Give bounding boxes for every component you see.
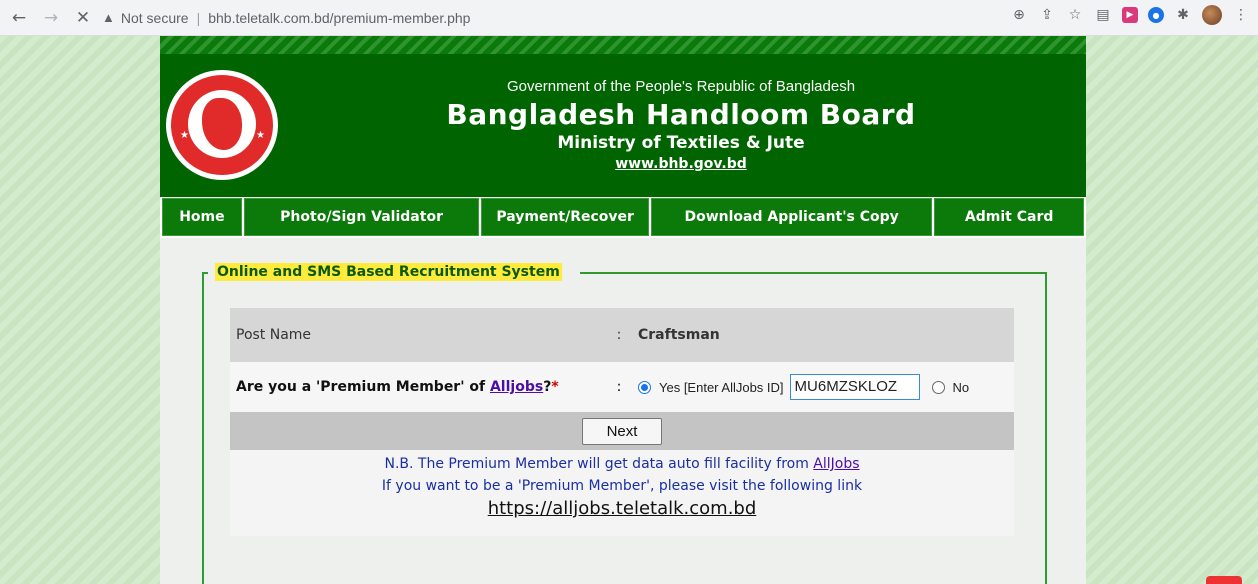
premium-question-text: Are you a 'Premium Member' of	[236, 379, 490, 395]
header-stripe	[160, 36, 1086, 54]
alljobs-site-link[interactable]: https://alljobs.teletalk.com.bd	[230, 498, 1014, 519]
fieldset-legend: Online and SMS Based Recruitment System	[215, 263, 562, 281]
address-bar[interactable]: ▲ Not secure | bhb.teletalk.com.bd/premi…	[102, 4, 470, 32]
board-title: Bangladesh Handloom Board	[446, 98, 916, 131]
premium-no-option[interactable]: No	[931, 379, 970, 395]
url-text: bhb.teletalk.com.bd/premium-member.php	[208, 9, 471, 26]
zoom-icon[interactable]: ⊕	[1010, 6, 1028, 24]
extension-red-icon[interactable]: ▶	[1122, 7, 1138, 23]
website-link[interactable]: www.bhb.gov.bd	[160, 156, 1086, 172]
extensions-puzzle-icon[interactable]: ✱	[1174, 6, 1192, 24]
government-title: Government of the People's Republic of B…	[506, 78, 856, 95]
warning-icon: ▲	[102, 10, 115, 25]
yes-radio[interactable]	[638, 380, 651, 394]
next-row: Next	[230, 412, 1014, 450]
colon: :	[616, 379, 622, 395]
stop-loading-icon[interactable]: ✕	[70, 5, 96, 31]
note-line-1: N.B. The Premium Member will get data au…	[230, 456, 1014, 472]
back-icon[interactable]: ←	[6, 5, 32, 31]
browser-menu-icon[interactable]: ⋮	[1232, 6, 1250, 24]
reading-list-icon[interactable]: ▤	[1094, 6, 1112, 24]
menu-photo-sign-validator[interactable]: Photo/Sign Validator	[243, 198, 480, 236]
site-header: ★ ★ Government of the People's Republic …	[160, 36, 1086, 197]
note-line-2: If you want to be a 'Premium Member', pl…	[381, 478, 863, 494]
page-background: ★ ★ Government of the People's Republic …	[0, 36, 1258, 584]
no-radio[interactable]	[931, 380, 945, 394]
browser-toolbar: ← → ✕ ▲ Not secure | bhb.teletalk.com.bd…	[0, 0, 1258, 36]
premium-note: N.B. The Premium Member will get data au…	[230, 450, 1014, 536]
menu-home[interactable]: Home	[162, 198, 242, 236]
forward-icon[interactable]: →	[38, 5, 64, 31]
note-line-1-text: N.B. The Premium Member will get data au…	[384, 456, 814, 472]
menu-admit-card[interactable]: Admit Card	[934, 198, 1084, 236]
profile-avatar[interactable]	[1202, 5, 1222, 25]
extension-blue-icon[interactable]: ●	[1148, 7, 1164, 23]
security-label: Not secure	[120, 9, 189, 26]
video-overlay-icon	[1206, 576, 1242, 584]
premium-question: Are you a 'Premium Member' of Alljobs?*	[230, 379, 600, 395]
yes-label: Yes [Enter AllJobs ID]	[659, 379, 784, 395]
post-name-value: Craftsman	[638, 327, 720, 343]
post-name-row: Post Name : Craftsman	[230, 308, 1014, 362]
share-icon[interactable]: ⇪	[1038, 6, 1056, 24]
page-container: ★ ★ Government of the People's Republic …	[160, 36, 1086, 584]
next-button[interactable]: Next	[582, 417, 662, 445]
ministry-title: Ministry of Textiles & Jute	[557, 133, 805, 153]
bookmark-star-icon[interactable]: ☆	[1066, 6, 1084, 24]
required-mark: *	[551, 379, 559, 395]
post-name-label: Post Name	[236, 327, 312, 343]
premium-member-row: Are you a 'Premium Member' of Alljobs?* …	[230, 362, 1014, 412]
address-separator: |	[196, 9, 201, 26]
no-label: No	[952, 379, 970, 395]
note-alljobs-link[interactable]: AllJobs	[813, 456, 859, 472]
alljobs-link[interactable]: Alljobs	[490, 379, 543, 395]
premium-yes-option[interactable]: Yes [Enter AllJobs ID] MU6MZSKLOZ	[638, 374, 920, 400]
alljobs-id-input[interactable]: MU6MZSKLOZ	[789, 374, 920, 400]
browser-actions: ⊕ ⇪ ☆ ▤ ▶ ● ✱ ⋮	[1010, 5, 1250, 25]
colon: :	[616, 327, 622, 343]
menu-payment-recover[interactable]: Payment/Recover	[481, 198, 649, 236]
main-menu: Home Photo/Sign Validator Payment/Recove…	[160, 198, 1086, 238]
menu-download-applicants-copy[interactable]: Download Applicant's Copy	[650, 198, 933, 236]
